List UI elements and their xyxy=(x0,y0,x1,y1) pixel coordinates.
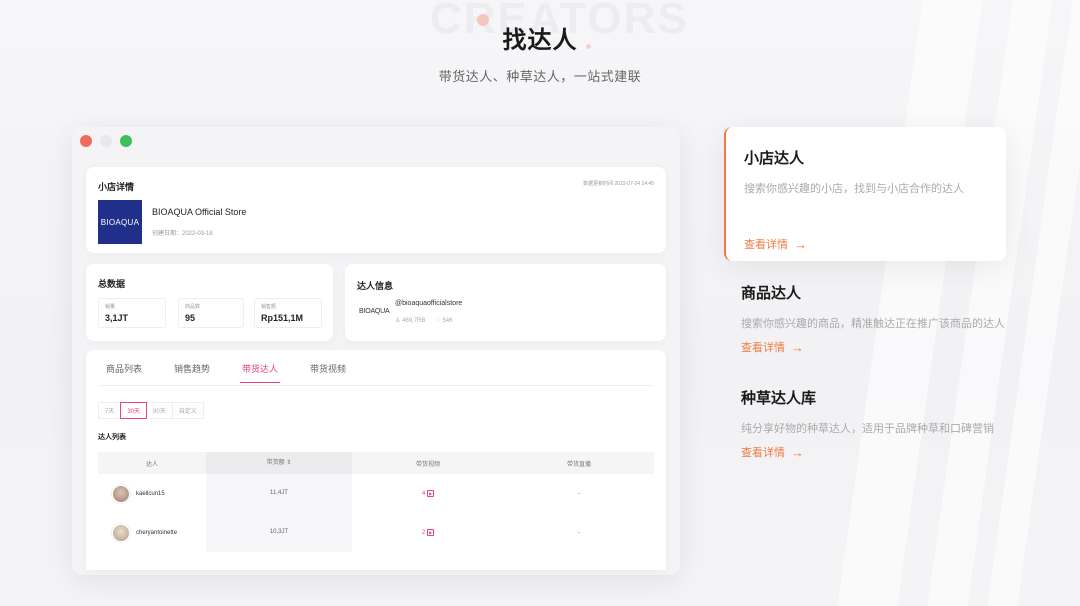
detail-tabs: 商品列表 销售趋势 带货达人 带货视频 xyxy=(106,362,378,383)
hero-title: 找达人 xyxy=(502,27,578,54)
stat-label: 销量 xyxy=(105,304,116,310)
shop-logo: BIOAQUA xyxy=(98,200,142,244)
video-icon[interactable]: ▶ xyxy=(427,529,435,536)
lives-cell: - xyxy=(578,490,580,497)
minimize-window-button[interactable] xyxy=(100,135,112,147)
followers-count: 469,7RB xyxy=(402,318,426,324)
stat-value: 95 xyxy=(185,313,196,323)
range-7d-button[interactable]: 7天 xyxy=(98,402,122,419)
feature-title: 商品达人 xyxy=(741,285,802,302)
total-stats-card: 总数据 销量 3,1JT 商品数 95 销售额 Rp151,1M xyxy=(86,264,333,341)
col-creator: 达人 xyxy=(145,461,158,468)
shop-details-card: 小店详情 数据更新时间 2022-07-24 14:45 BIOAQUA BIO… xyxy=(86,167,666,253)
col-videos: 带货视频 xyxy=(415,461,440,468)
tabs-divider xyxy=(98,385,654,386)
feature-desc: 纯分享好物的种草达人，适用于品牌种草和口碑营销 xyxy=(741,423,994,435)
tab-product-list[interactable]: 商品列表 xyxy=(106,362,142,383)
link-label: 查看详情 xyxy=(744,239,788,251)
sales-cell: 11,4JT xyxy=(206,474,352,513)
videos-count: 2 xyxy=(421,529,426,536)
creator-info-title: 达人信息 xyxy=(357,281,394,291)
likes-count: 546 xyxy=(442,318,453,324)
arrow-right-icon: → xyxy=(794,236,807,252)
close-window-button[interactable] xyxy=(80,135,92,147)
view-details-link[interactable]: 查看详情 → xyxy=(744,236,1006,252)
stat-box: 商品数 95 xyxy=(178,298,244,328)
table-header: 达人 带货额 ⇕ 带货视频 带货直播 xyxy=(98,452,654,474)
creator-info-card: 达人信息 BIOAQUA @bioaquaofficialstore ♙ 469… xyxy=(345,264,666,341)
hero-subtitle: 带货达人、种草达人，一站式建联 xyxy=(438,69,642,84)
stat-box: 销售额 Rp151,1M xyxy=(254,298,322,328)
stat-label: 销售额 xyxy=(261,304,277,310)
shop-details-title: 小店详情 xyxy=(98,182,135,192)
window-controls xyxy=(80,135,132,147)
creator-cell: kaeilcun15 xyxy=(98,484,206,503)
stat-label: 商品数 xyxy=(185,304,201,310)
maximize-window-button[interactable] xyxy=(120,135,132,147)
feature-desc: 搜索你感兴趣的商品，精准触达正在推广该商品的达人 xyxy=(741,318,1005,330)
video-icon[interactable]: ▶ xyxy=(427,490,435,497)
videos-cell: 2 ▶ xyxy=(352,529,504,536)
feature-desc: 搜索你感兴趣的小店，找到与小店合作的达人 xyxy=(744,183,964,195)
creator-table: 达人 带货额 ⇕ 带货视频 带货直播 kaeilcun15 11,4JT 4 ▶ … xyxy=(98,452,654,552)
tab-sales-trend[interactable]: 销售趋势 xyxy=(174,362,210,383)
shop-created-date: 创建日期：2022-03-18 xyxy=(152,231,213,237)
arrow-right-icon: → xyxy=(791,339,804,355)
avatar xyxy=(112,484,130,503)
creator-name[interactable]: cheryantoinette xyxy=(136,530,177,536)
shop-name[interactable]: BIOAQUA Official Store xyxy=(152,207,246,217)
tab-creators[interactable]: 带货达人 xyxy=(240,362,281,383)
table-row[interactable]: kaeilcun15 11,4JT 4 ▶ - xyxy=(98,474,654,513)
feature-product-creators[interactable]: 商品达人 搜索你感兴趣的商品，精准触达正在推广该商品的达人 查看详情 → xyxy=(741,282,1023,355)
col-lives: 带货直播 xyxy=(566,461,591,468)
stat-value: 3,1JT xyxy=(105,313,129,323)
creator-cell: cheryantoinette xyxy=(98,523,206,542)
creator-handle[interactable]: @bioaquaofficialstore xyxy=(395,300,462,307)
sales-cell: 10,3JT xyxy=(206,513,352,552)
col-sales-sort[interactable]: 带货额 ⇕ xyxy=(206,452,352,474)
creator-list-title: 达人列表 xyxy=(98,434,126,441)
videos-cell: 4 ▶ xyxy=(352,490,504,497)
app-window: 小店详情 数据更新时间 2022-07-24 14:45 BIOAQUA BIO… xyxy=(72,127,680,575)
link-label: 查看详情 xyxy=(741,342,785,354)
view-details-link[interactable]: 查看详情 → xyxy=(741,339,1023,355)
creator-list-card: 商品列表 销售趋势 带货达人 带货视频 7天 30天 90天 自定义 达人列表 … xyxy=(86,350,666,570)
date-range-selector: 7天 30天 90天 自定义 xyxy=(98,402,204,419)
stat-box: 销量 3,1JT xyxy=(98,298,166,328)
followers-metric: ♙ 469,7RB xyxy=(395,318,426,324)
creator-name[interactable]: kaeilcun15 xyxy=(136,491,165,497)
range-90d-button[interactable]: 90天 xyxy=(146,402,173,419)
updated-time: 数据更新时间 2022-07-24 14:45 xyxy=(583,181,654,187)
creator-logo: BIOAQUA xyxy=(359,308,390,315)
range-30d-button[interactable]: 30天 xyxy=(120,402,148,419)
list-fade xyxy=(86,556,666,570)
creator-metrics: ♙ 469,7RB ♡ 546 xyxy=(395,317,452,324)
tab-videos[interactable]: 带货视频 xyxy=(310,362,346,383)
avatar xyxy=(112,523,130,542)
feature-title: 种草达人库 xyxy=(741,390,817,407)
table-row[interactable]: cheryantoinette 10,3JT 2 ▶ - xyxy=(98,513,654,552)
videos-count: 4 xyxy=(421,490,426,497)
lives-cell: - xyxy=(578,529,580,536)
link-label: 查看详情 xyxy=(741,447,785,459)
total-stats-title: 总数据 xyxy=(98,279,126,289)
feature-seeding-creators[interactable]: 种草达人库 纯分享好物的种草达人，适用于品牌种草和口碑营销 查看详情 → xyxy=(741,387,1023,460)
stat-value: Rp151,1M xyxy=(261,313,304,323)
feature-title: 小店达人 xyxy=(744,150,805,167)
range-custom-button[interactable]: 自定义 xyxy=(171,402,204,419)
feature-shop-creators[interactable]: 小店达人 搜索你感兴趣的小店，找到与小店合作的达人 查看详情 → xyxy=(724,127,1006,261)
arrow-right-icon: → xyxy=(791,444,804,460)
likes-metric: ♡ 546 xyxy=(435,318,453,324)
view-details-link[interactable]: 查看详情 → xyxy=(741,444,1023,460)
